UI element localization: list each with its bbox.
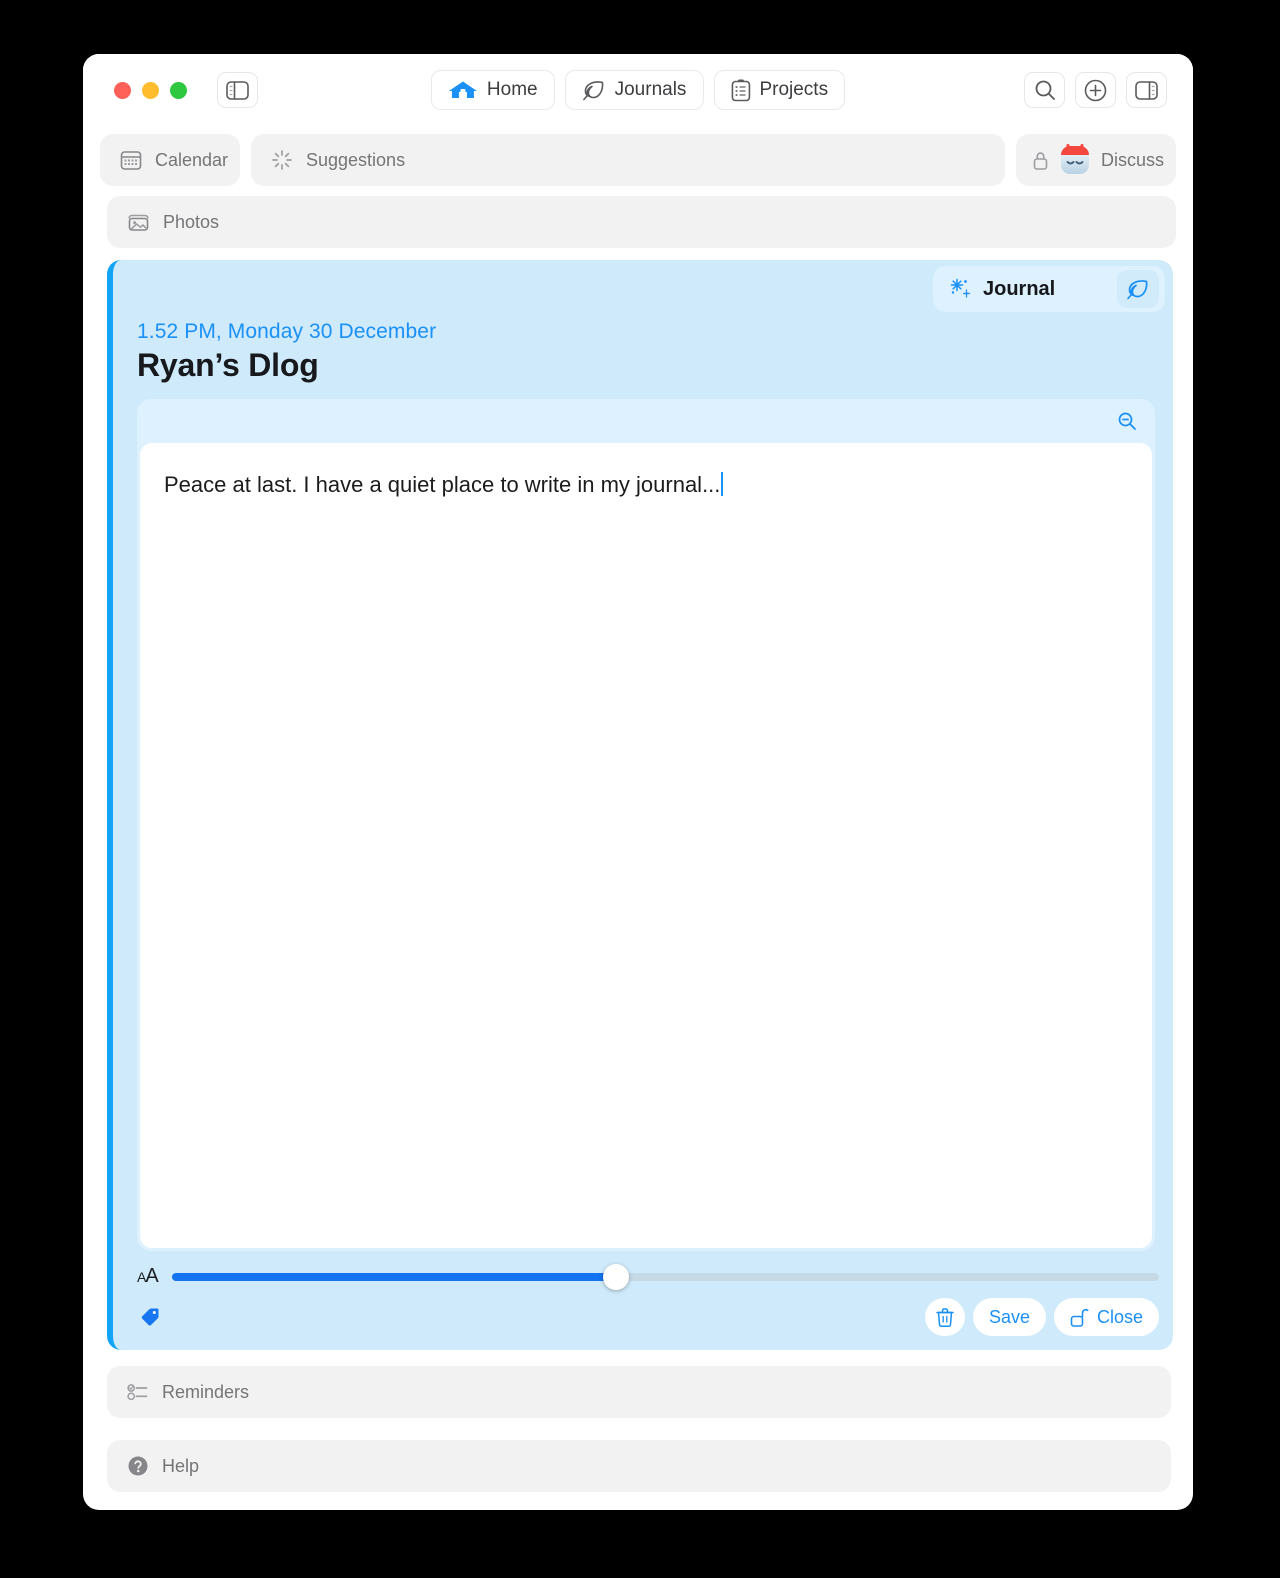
journal-text-editor[interactable]: Peace at last. I have a quiet place to w…: [140, 443, 1152, 1248]
slider-fill: [171, 1272, 616, 1281]
close-button-label: Close: [1096, 1306, 1143, 1327]
add-icon: [1084, 79, 1107, 102]
question-circle-icon: [127, 1455, 149, 1477]
journal-actions: Save Close: [924, 1298, 1159, 1336]
photos-row: Photos: [83, 186, 1193, 248]
font-size-slider-row: AA: [113, 1251, 1173, 1290]
search-icon: [1034, 79, 1056, 101]
discuss-chip[interactable]: Discuss: [1016, 134, 1176, 186]
bottom-sections: Reminders Help: [83, 1350, 1193, 1510]
photos-chip[interactable]: Photos: [107, 196, 1176, 248]
zoom-out-button[interactable]: [1111, 406, 1143, 436]
search-button[interactable]: [1024, 72, 1065, 108]
save-button[interactable]: Save: [972, 1298, 1046, 1336]
tab-journals-label: Journals: [614, 79, 687, 100]
journal-pill-title: Journal: [983, 277, 1056, 300]
leaf-icon: [582, 79, 606, 101]
sidebar-toggle-button[interactable]: [217, 72, 258, 108]
sparkle-burst-icon: [271, 149, 293, 171]
entry-title[interactable]: Ryan’s Dlog: [137, 347, 1173, 384]
font-size-label: AA: [137, 1265, 159, 1288]
tab-projects[interactable]: Projects: [713, 70, 846, 110]
calendar-chip-label: Calendar: [155, 149, 229, 170]
titlebar-right-actions: [1024, 72, 1173, 108]
editor-toolbar: [137, 399, 1155, 443]
photos-chip-label: Photos: [163, 211, 220, 232]
lock-icon: [1032, 150, 1049, 171]
trash-icon: [936, 1307, 954, 1327]
tab-journals[interactable]: Journals: [564, 70, 704, 110]
tag-button[interactable]: [135, 1302, 165, 1332]
save-button-label: Save: [988, 1306, 1030, 1327]
sparkles-icon: [949, 277, 973, 301]
titlebar: Home Journals Projects: [83, 54, 1193, 126]
journal-body-text: Peace at last. I have a quiet place to w…: [164, 472, 721, 497]
delete-button[interactable]: [924, 1298, 965, 1336]
help-chip[interactable]: Help: [107, 1440, 1171, 1492]
suggestions-chip-label: Suggestions: [306, 149, 406, 170]
journal-entry-card: Journal 1.52 PM, Monday 30 December Ryan…: [107, 260, 1173, 1350]
inspector-toggle-button[interactable]: [1126, 72, 1167, 108]
calendar-icon: [120, 149, 142, 171]
font-size-large-a: A: [145, 1265, 158, 1287]
tab-projects-label: Projects: [759, 79, 829, 100]
clipboard-icon: [730, 78, 750, 102]
journal-entry-meta: 1.52 PM, Monday 30 December Ryan’s Dlog: [113, 312, 1173, 384]
photo-icon: [127, 212, 150, 233]
home-icon: [448, 80, 478, 101]
slider-thumb[interactable]: [602, 1263, 629, 1290]
minimize-window-button[interactable]: [142, 81, 159, 99]
unlock-icon: [1070, 1307, 1089, 1328]
journal-card-footer: Save Close: [113, 1288, 1173, 1350]
close-button[interactable]: Close: [1053, 1298, 1159, 1336]
add-button[interactable]: [1075, 72, 1116, 108]
help-chip-label: Help: [162, 1455, 200, 1476]
tab-home-label: Home: [486, 79, 538, 100]
tab-home[interactable]: Home: [430, 70, 555, 110]
journal-leaf-button[interactable]: [1117, 270, 1159, 308]
entry-timestamp: 1.52 PM, Monday 30 December: [137, 320, 437, 343]
calendar-chip[interactable]: Calendar: [100, 134, 240, 186]
inspector-toggle-icon: [1135, 80, 1158, 100]
journal-type-pill[interactable]: Journal: [933, 266, 1165, 312]
app-window: Home Journals Projects Calendar Suggesti…: [83, 54, 1193, 1510]
font-size-slider[interactable]: [171, 1263, 1159, 1290]
utility-chip-row: Calendar Suggestions Discuss: [83, 126, 1193, 186]
text-caret: [721, 472, 724, 496]
checklist-icon: [127, 1382, 149, 1402]
zoom-window-button[interactable]: [170, 81, 187, 99]
main-tabs: Home Journals Projects: [430, 70, 846, 110]
reminders-chip-label: Reminders: [162, 1381, 250, 1402]
journal-card-area: Journal 1.52 PM, Monday 30 December Ryan…: [83, 248, 1193, 1350]
suggestions-chip[interactable]: Suggestions: [251, 134, 1005, 186]
traffic-lights: [114, 81, 187, 99]
sidebar-left-icon: [226, 80, 249, 100]
tag-icon: [140, 1307, 160, 1327]
journal-card-header: Journal: [113, 260, 1173, 312]
close-window-button[interactable]: [114, 81, 131, 99]
bot-avatar: [1058, 143, 1092, 177]
discuss-chip-label: Discuss: [1101, 149, 1165, 170]
leaf-icon: [1126, 278, 1150, 300]
zoom-out-icon: [1117, 411, 1137, 431]
editor-container: Peace at last. I have a quiet place to w…: [137, 399, 1155, 1251]
reminders-chip[interactable]: Reminders: [107, 1366, 1171, 1418]
